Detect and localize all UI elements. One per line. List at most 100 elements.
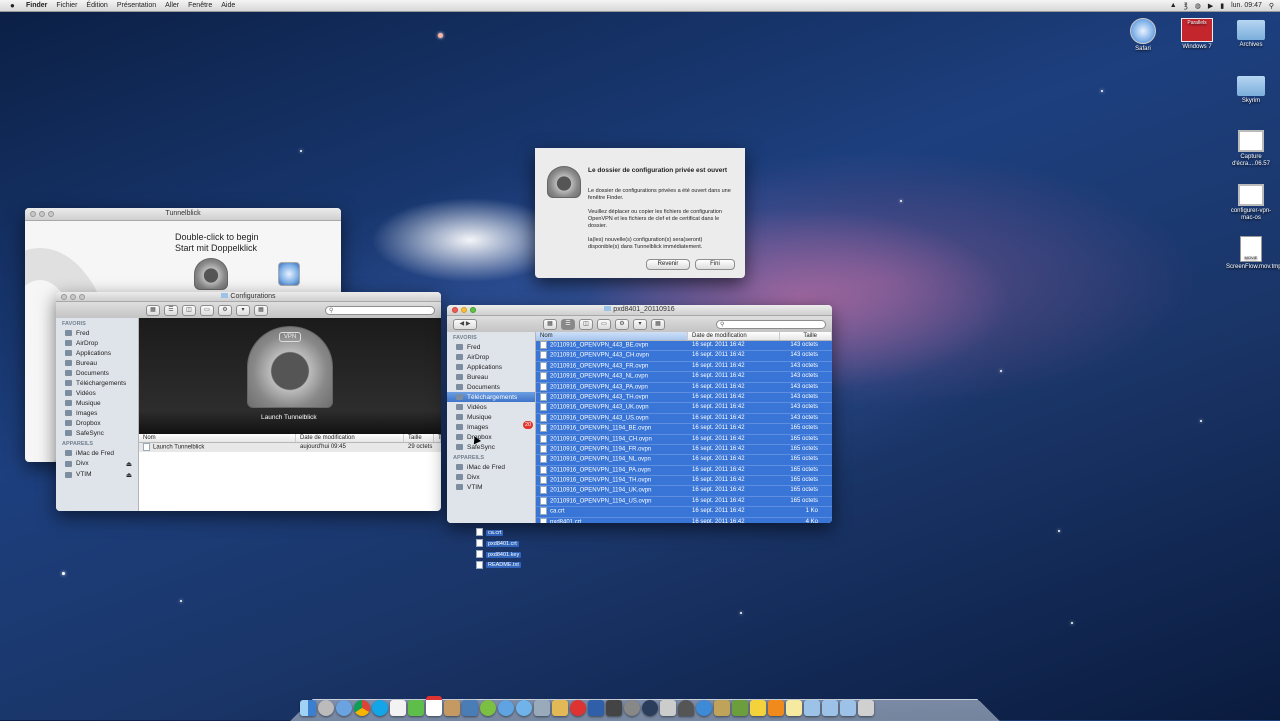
table-row[interactable]: 20110916_OPENVPN_443_TH.ovpn 16 sept. 201… (536, 392, 832, 404)
minimize-button[interactable] (461, 307, 467, 313)
menu-item[interactable]: Édition (86, 2, 107, 9)
spotlight-icon[interactable]: ⚲ (1269, 2, 1274, 10)
folder-icon[interactable] (804, 700, 820, 716)
view-columns-button[interactable]: ◫ (579, 318, 593, 330)
sidebar-item-bureau[interactable]: Bureau (447, 372, 535, 382)
sidebar-item-documents[interactable]: Documents (447, 382, 535, 392)
minimize-button[interactable] (39, 211, 45, 217)
column-size[interactable]: Taille (780, 332, 832, 340)
eject-icon[interactable]: ⏏ (126, 471, 132, 479)
sidebar-item-bureau[interactable]: Bureau (56, 358, 138, 368)
column-size[interactable]: Taille (404, 434, 434, 442)
chrome-icon[interactable] (354, 700, 370, 716)
folder-icon[interactable] (840, 700, 856, 716)
sidebar-item-dropbox[interactable]: Dropbox (447, 432, 535, 442)
minimize-button[interactable] (70, 293, 76, 300)
facetime-icon[interactable] (408, 700, 424, 716)
share-button[interactable]: ▾ (633, 318, 647, 330)
sidebar-item-applications[interactable]: Applications (56, 348, 138, 358)
xcode-icon[interactable] (606, 700, 622, 716)
table-row[interactable]: pxd8401.crt 16 sept. 2011 16:42 4 Ko (536, 517, 832, 523)
back-forward-buttons[interactable]: ◀ ▶ (453, 318, 477, 330)
view-columns-button[interactable]: ◫ (182, 304, 196, 316)
view-coverflow-button[interactable]: ▭ (597, 318, 611, 330)
network-icon[interactable] (660, 700, 676, 716)
column-name[interactable]: Nom (139, 434, 296, 442)
menu-item[interactable]: Aller (165, 2, 179, 9)
sidebar-item-documents[interactable]: Documents (56, 368, 138, 378)
close-button[interactable] (452, 307, 458, 313)
preview-icon[interactable] (534, 700, 550, 716)
apple-menu-icon[interactable]: ● (10, 1, 20, 10)
textedit-icon[interactable] (390, 700, 406, 716)
view-list-button[interactable]: ☰ (561, 318, 575, 330)
sidebar-item-telechargements[interactable]: Téléchargements (56, 378, 138, 388)
window-titlebar[interactable]: Configurations (56, 292, 441, 302)
desktop-icon-capture[interactable]: Capture d'écra....06.57 (1226, 130, 1276, 168)
sidebar-item-videos[interactable]: Vidéos (56, 388, 138, 398)
window-titlebar[interactable]: pxd8401_20110916 (447, 305, 832, 316)
close-button[interactable] (61, 293, 67, 300)
calendar-icon[interactable] (426, 696, 442, 716)
sidebar-item-divx[interactable]: Divx ⏏ (56, 458, 138, 469)
sidebar-item-fred[interactable]: Fred (56, 328, 138, 338)
search-input[interactable]: ⚲ (716, 319, 826, 329)
sidebar-item-dropbox[interactable]: Dropbox (56, 418, 138, 428)
menu-clock[interactable]: lun. 09:47 (1231, 2, 1262, 9)
view-coverflow-button[interactable]: ▭ (200, 304, 214, 316)
sidebar-item-airdrop[interactable]: AirDrop (447, 352, 535, 362)
table-row[interactable]: Launch Tunnelblick aujourd'hui 09:45 29 … (139, 443, 441, 453)
keychain-icon[interactable] (714, 700, 730, 716)
arrange-button[interactable]: ▦ (254, 304, 268, 316)
minecraft-icon[interactable] (732, 700, 748, 716)
desktop-icon-screenflow[interactable]: MOVIE ScreenFlow.mov.tmp (1226, 236, 1280, 271)
skype-icon[interactable] (372, 700, 388, 716)
vlc-icon[interactable] (768, 700, 784, 716)
column-date[interactable]: Date de modification (688, 332, 780, 340)
things-icon[interactable] (588, 700, 604, 716)
done-button[interactable]: Fini (695, 259, 735, 270)
table-row[interactable]: 20110916_OPENVPN_1194_NL.ovpn 16 sept. 20… (536, 455, 832, 466)
sidebar-item-videos[interactable]: Vidéos (447, 402, 535, 412)
view-icon-button[interactable]: ▦ (543, 318, 557, 330)
menu-item[interactable]: Fichier (56, 2, 77, 9)
finder-icon[interactable] (300, 700, 316, 716)
desktop-icon-windows7[interactable]: Parallels Windows 7 (1172, 18, 1222, 51)
search-input[interactable]: ⚲ (325, 305, 435, 315)
contacts-icon[interactable] (444, 700, 460, 716)
zoom-button[interactable] (48, 211, 54, 217)
table-row[interactable]: ca.crt 16 sept. 2011 16:42 1 Ko (536, 507, 832, 518)
bluetooth-icon[interactable]: ℥ (1184, 2, 1188, 10)
folder-icon[interactable] (822, 700, 838, 716)
window-titlebar[interactable]: Tunnelblick (25, 208, 341, 221)
wifi-icon[interactable]: ◍ (1195, 2, 1201, 10)
app-store-icon[interactable] (516, 700, 532, 716)
sidebar-item-vtim[interactable]: VTIM (447, 482, 535, 492)
arrange-button[interactable]: ▦ (651, 318, 665, 330)
table-row[interactable]: 20110916_OPENVPN_443_PA.ovpn 16 sept. 201… (536, 382, 832, 393)
globe-icon[interactable] (696, 700, 712, 716)
sidebar-item-imac[interactable]: iMac de Fred (56, 448, 138, 458)
table-row[interactable]: 20110916_OPENVPN_1194_US.ovpn 16 sept. 20… (536, 496, 832, 508)
sidebar-item-divx[interactable]: Divx (447, 472, 535, 482)
cyberduck-icon[interactable] (750, 700, 766, 716)
system-prefs-icon[interactable] (624, 700, 640, 716)
table-row[interactable]: 20110916_OPENVPN_443_UK.ovpn 16 sept. 201… (536, 403, 832, 414)
sidebar-item-musique[interactable]: Musique (447, 412, 535, 422)
safari-compass-icon[interactable] (336, 700, 352, 716)
volume-icon[interactable]: ▶ (1208, 2, 1213, 10)
menu-item[interactable]: Présentation (117, 2, 156, 9)
action-gear-button[interactable]: ⚙ (615, 318, 629, 330)
sidebar-item-vtim[interactable]: VTIM ⏏ (56, 469, 138, 480)
desktop-icon-safari[interactable]: Safari (1118, 18, 1168, 53)
sidebar-item-applications[interactable]: Applications (447, 362, 535, 372)
table-row[interactable]: 20110916_OPENVPN_1194_FR.ovpn 16 sept. 20… (536, 444, 832, 456)
sidebar-item-safesync[interactable]: SafeSync (56, 428, 138, 438)
sidebar-item-safesync[interactable]: SafeSync (447, 442, 535, 452)
view-list-button[interactable]: ☰ (164, 304, 178, 316)
table-row[interactable]: 20110916_OPENVPN_443_NL.ovpn 16 sept. 201… (536, 372, 832, 383)
tunnelblick-status-icon[interactable]: ▲ (1170, 2, 1177, 9)
table-row[interactable]: 20110916_OPENVPN_1194_UK.ovpn 16 sept. 20… (536, 486, 832, 497)
battery-icon[interactable]: ▮ (1220, 2, 1224, 10)
spotify-icon[interactable] (480, 700, 496, 716)
